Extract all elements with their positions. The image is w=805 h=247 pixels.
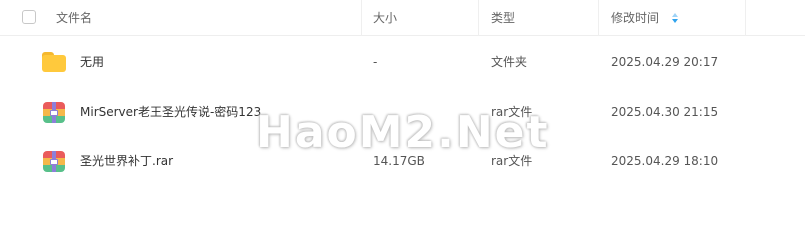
file-mtime: 2025.04.29 20:17 (611, 55, 719, 69)
column-divider[interactable] (598, 0, 599, 36)
header-mtime[interactable]: 修改时间 (611, 0, 679, 36)
file-list-header: 文件名 大小 类型 修改时间 (0, 0, 805, 36)
select-all-checkbox[interactable] (22, 10, 36, 24)
file-name[interactable]: MirServer老王圣光传说-密码123 (80, 88, 270, 136)
file-mtime: 2025.04.30 21:15 (611, 105, 719, 119)
folder-icon (42, 50, 66, 74)
file-row[interactable]: 无用 - 文件夹 2025.04.29 20:17 (0, 38, 805, 86)
file-mtime: 2025.04.29 18:10 (611, 154, 719, 168)
header-mtime-label: 修改时间 (611, 11, 660, 25)
header-name[interactable]: 文件名 (56, 0, 92, 36)
rar-archive-icon (42, 100, 66, 124)
file-type: 文件夹 (491, 55, 528, 69)
column-divider[interactable] (745, 0, 746, 36)
column-divider[interactable] (478, 0, 479, 36)
file-size: - (373, 55, 378, 69)
rar-archive-icon (42, 149, 66, 173)
file-name[interactable]: 无用 (80, 38, 360, 86)
sort-desc-icon[interactable] (671, 12, 679, 25)
header-size[interactable]: 大小 (373, 0, 397, 36)
header-type[interactable]: 类型 (491, 0, 515, 36)
watermark-text: HaoM2.Net (256, 107, 550, 158)
column-divider[interactable] (361, 0, 362, 36)
